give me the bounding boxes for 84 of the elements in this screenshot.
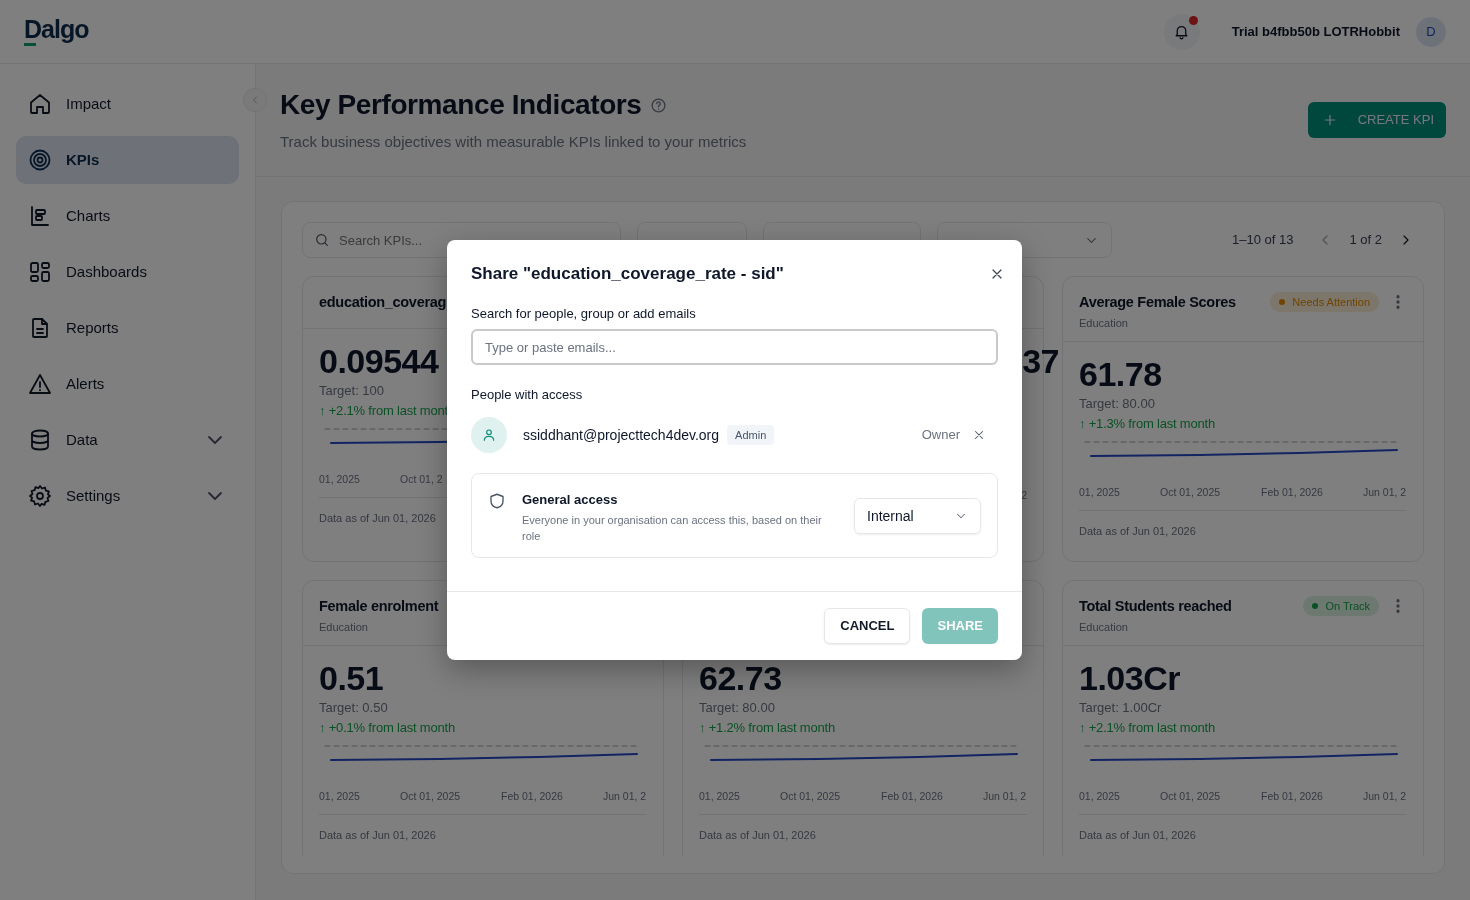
kpi-title: education_coverag <box>319 293 447 312</box>
search-icon <box>314 232 330 248</box>
kpi-title: Average Female Scores <box>1079 293 1236 312</box>
kpi-category: Education <box>1079 316 1129 331</box>
sidebar-item[interactable]: Charts <box>16 192 239 240</box>
sidebar-item[interactable]: Dashboards <box>16 248 239 296</box>
axis-label: Jun 01, 2 <box>983 789 1027 804</box>
axis-label: Oct 01, 2025 <box>780 789 842 804</box>
kpi-target: Target: 80.00 <box>699 699 775 717</box>
target-icon <box>28 148 52 172</box>
axis-label: Oct 01, 2025 <box>1160 789 1222 804</box>
user-avatar[interactable]: D <box>1416 16 1446 47</box>
help-icon <box>649 96 667 114</box>
kpi-change: ↑ +2.1% from last mont <box>319 402 448 420</box>
data-date: Data as of Jun 01, 2026 <box>1079 510 1407 539</box>
warning-icon <box>28 372 52 396</box>
page-subtitle: Track business objectives with measurable KPIs linked to your metrics <box>280 132 747 152</box>
org-name: Trial b4fbb50b LOTRHobbit <box>1231 22 1400 41</box>
home-icon <box>28 92 52 116</box>
sidebar-item[interactable]: Settings <box>16 472 239 520</box>
chart-icon <box>28 204 52 228</box>
section-label: People with access <box>471 387 584 403</box>
kpi-category: Education <box>319 620 369 635</box>
axis-label: Feb 01, 2026 <box>1261 789 1324 804</box>
remove-icon[interactable] <box>972 428 986 442</box>
email-input[interactable]: Type or paste emails... <box>471 329 998 365</box>
axis-label: Jun 01, 2 <box>1363 485 1407 500</box>
data-date: Data as of Jun 01, 2026 <box>699 814 1027 843</box>
role-tag: Admin <box>727 424 775 446</box>
cancel-button[interactable]: CANCEL <box>824 608 911 644</box>
axis-label: Feb 01, 2026 <box>501 789 564 804</box>
access-dropdown[interactable]: Internal <box>854 498 981 534</box>
kpi-change: ↑ +1.2% from last month <box>699 719 835 737</box>
dashboard-icon <box>28 260 52 284</box>
field-label: Search for people, group or add emails <box>471 306 697 322</box>
sidebar-item[interactable]: Impact <box>16 80 239 128</box>
axis-label: 01, 2025 <box>319 789 361 804</box>
kpi-value: 37 <box>1022 341 1059 381</box>
axis-label: 01, 2025 <box>699 789 741 804</box>
axis-label: 2 <box>1021 488 1027 503</box>
database-icon <box>28 428 52 452</box>
kpi-title: Total Students reached <box>1079 597 1232 616</box>
sidebar-item[interactable]: Reports <box>16 304 239 352</box>
kpi-value: 62.73 <box>699 658 782 698</box>
person-icon <box>481 427 497 443</box>
axis-label: 01, 2025 <box>1079 485 1121 500</box>
pagination-range: 1–10 of 13 <box>1232 231 1294 250</box>
kpi-change: ↑ +2.1% from last month <box>1079 719 1215 737</box>
axis-label: Feb 01, 2026 <box>1261 485 1324 500</box>
shield-icon <box>488 492 506 510</box>
kpi-title: Female enrolment <box>319 597 439 616</box>
kpi-category: Education <box>1079 620 1129 635</box>
dialog-title: Share "education_coverage_rate - sid" <box>471 264 784 284</box>
kpi-target: Target: 1.00Cr <box>1079 699 1162 717</box>
axis-label: Oct 01, 2025 <box>400 789 462 804</box>
logo-underline <box>24 43 36 46</box>
access-level: Owner <box>921 426 960 445</box>
kpi-value: 61.78 <box>1079 354 1162 394</box>
kpi-change: ↑ +0.1% from last month <box>319 719 455 737</box>
axis-label: Oct 01, 2025 <box>1160 485 1222 500</box>
sidebar-item[interactable]: Alerts <box>16 360 239 408</box>
axis-label: Oct 01, 2 <box>400 472 444 487</box>
axis-label: 01, 2025 <box>319 472 361 487</box>
axis-label: Feb 01, 2026 <box>881 789 944 804</box>
axis-label: 01, 2025 <box>1079 789 1121 804</box>
kpi-change: ↑ +1.3% from last month <box>1079 415 1215 433</box>
logo: Dalgo <box>24 17 89 42</box>
settings-icon <box>28 484 52 508</box>
data-date: Data as of Jun 01, 2026 <box>1079 814 1407 843</box>
notification-button[interactable] <box>1163 13 1200 50</box>
kpi-value: 0.09544 <box>319 341 439 381</box>
kpi-target: Target: 0.50 <box>319 699 388 717</box>
user-email: ssiddhant@projecttech4dev.org <box>523 425 720 445</box>
axis-label: Jun 01, 2 <box>1363 789 1407 804</box>
page-indicator: 1 of 2 <box>1349 231 1382 250</box>
kpi-value: 1.03Cr <box>1079 658 1180 698</box>
sidebar-item[interactable]: KPIs <box>16 136 239 184</box>
data-date: Data as of Jun 01, 2026 <box>319 814 647 843</box>
page-title: Key Performance Indicators <box>280 88 642 122</box>
kpi-target: Target: 80.00 <box>1079 395 1155 413</box>
axis-label: Jun 01, 2 <box>603 789 647 804</box>
kpi-value: 0.51 <box>319 658 384 698</box>
kpi-target: Target: 100 <box>319 382 385 400</box>
sidebar-item[interactable]: Data <box>16 416 239 464</box>
